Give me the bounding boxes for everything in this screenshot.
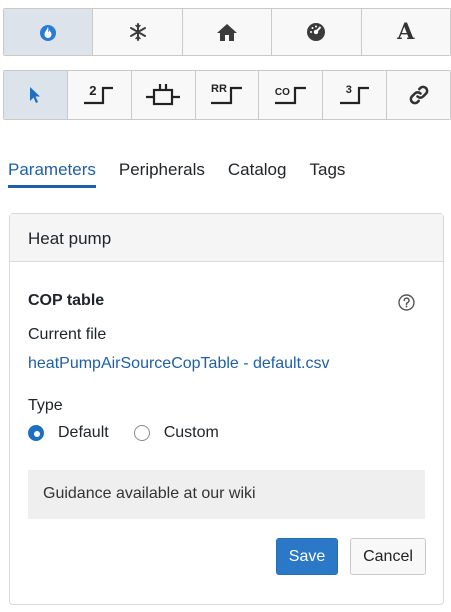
- panel-title: Heat pump: [10, 214, 443, 262]
- step-rr-label: RR: [211, 83, 227, 95]
- step-co-label: CO: [274, 87, 290, 98]
- link-tool-button[interactable]: [387, 71, 451, 119]
- default-radio[interactable]: [28, 425, 44, 441]
- custom-radio-label: Custom: [163, 424, 219, 441]
- type-radio-group: Default Custom: [28, 424, 244, 442]
- step-2-tool-button[interactable]: 2: [67, 71, 132, 119]
- pointer-icon: [28, 86, 42, 104]
- type-default-option[interactable]: Default: [28, 424, 109, 442]
- performance-mode-button[interactable]: [272, 9, 362, 55]
- current-file-link[interactable]: heatPumpAirSourceCopTable - default.csv: [28, 355, 330, 373]
- guidance-note: Guidance available at our wiki: [28, 470, 425, 519]
- tab-tags[interactable]: Tags: [309, 160, 345, 188]
- home-icon: [216, 22, 238, 42]
- save-button[interactable]: Save: [276, 538, 338, 575]
- step-2-label: 2: [89, 83, 97, 98]
- step-2-icon: 2: [81, 83, 117, 107]
- cooling-mode-button[interactable]: [93, 9, 183, 55]
- text-mode-button[interactable]: A: [361, 9, 451, 55]
- mode-toolbar: A: [3, 8, 451, 56]
- current-file-label: Current file: [28, 326, 107, 343]
- step-3-tool-button[interactable]: 3: [323, 71, 388, 119]
- link-icon: [407, 83, 431, 107]
- step-rr-icon: RR: [209, 83, 245, 107]
- letter-a-icon: A: [397, 19, 415, 45]
- building-mode-button[interactable]: [182, 9, 273, 55]
- tab-catalog[interactable]: Catalog: [228, 160, 287, 188]
- heating-mode-button[interactable]: [4, 9, 94, 55]
- step-3-icon: 3: [337, 83, 373, 107]
- step-co-icon: CO: [273, 83, 309, 107]
- type-label: Type: [28, 397, 63, 414]
- tab-peripherals[interactable]: Peripherals: [119, 160, 205, 188]
- element-toolbar: 2 RR CO 3: [3, 70, 451, 120]
- custom-radio[interactable]: [133, 425, 150, 441]
- flame-icon: [38, 22, 58, 42]
- gauge-icon: [306, 22, 326, 42]
- connector-icon: [145, 82, 181, 108]
- help-icon[interactable]: [398, 294, 415, 316]
- heat-pump-panel: Heat pump COP table Current file heatPum…: [9, 213, 444, 605]
- snowflake-icon: [128, 22, 148, 42]
- tab-parameters[interactable]: Parameters: [8, 160, 96, 188]
- panel-tabs: Parameters Peripherals Catalog Tags: [8, 160, 345, 188]
- cancel-button[interactable]: Cancel: [350, 538, 426, 575]
- step-3-label: 3: [345, 84, 352, 96]
- step-co-tool-button[interactable]: CO: [259, 71, 324, 119]
- connector-tool-button[interactable]: [131, 71, 196, 119]
- step-rr-tool-button[interactable]: RR: [195, 71, 260, 119]
- default-radio-label: Default: [58, 424, 109, 441]
- type-custom-option[interactable]: Custom: [133, 424, 219, 442]
- select-tool-button[interactable]: [4, 71, 68, 119]
- cop-table-title: COP table: [28, 292, 105, 309]
